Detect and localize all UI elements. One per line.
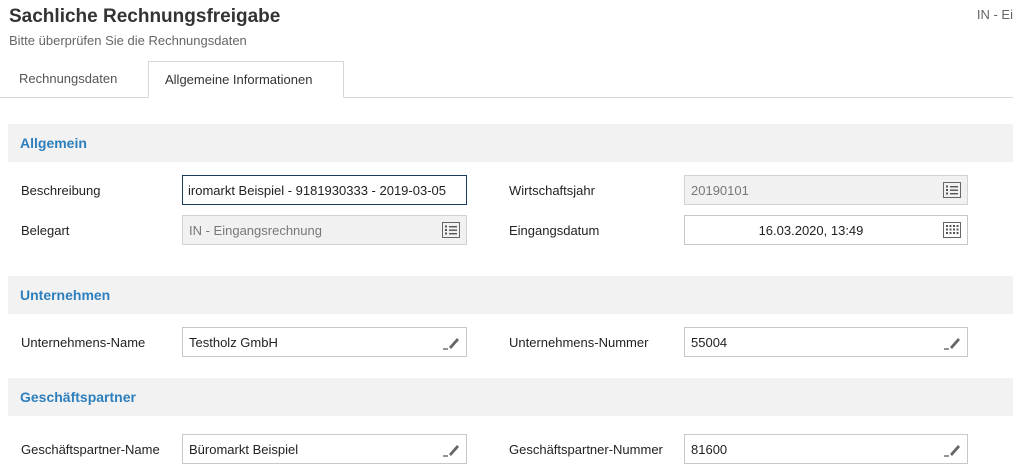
section-header-geschaeftspartner: Geschäftspartner [8,378,1013,416]
pencil-icon[interactable] [441,440,461,458]
wirtschaftsjahr-field[interactable]: 20190101 [684,175,968,205]
unternehmens-nummer-field[interactable]: 55004 [684,327,968,357]
pencil-icon[interactable] [942,333,962,351]
section-header-allgemein: Allgemein [8,124,1013,162]
pencil-icon[interactable] [942,440,962,458]
geschaeftspartner-nummer-label: Geschäftspartner-Nummer [509,442,663,457]
belegart-value: IN - Eingangsrechnung [189,223,322,238]
page-subtitle: Bitte überprüfen Sie die Rechnungsdaten [9,33,247,48]
tab-bar: Rechnungsdaten Allgemeine Informationen [0,61,1013,98]
pencil-icon[interactable] [441,333,461,351]
tab-rechnungsdaten[interactable]: Rechnungsdaten [19,61,117,97]
document-type-indicator: IN - Ei [976,7,1013,22]
geschaeftspartner-name-label: Geschäftspartner-Name [21,442,160,457]
beschreibung-value: iromarkt Beispiel - 9181930333 - 2019-03… [188,183,446,198]
eingangsdatum-value: 16.03.2020, 13:49 [758,223,864,238]
unternehmens-nummer-label: Unternehmens-Nummer [509,335,649,350]
geschaeftspartner-nummer-value: 81600 [691,442,728,457]
eingangsdatum-field[interactable]: 16.03.2020, 13:49 [684,215,968,245]
tab-allgemeine-informationen[interactable]: Allgemeine Informationen [148,61,344,98]
geschaeftspartner-nummer-field[interactable]: 81600 [684,434,968,464]
belegart-field[interactable]: IN - Eingangsrechnung [182,215,467,245]
wirtschaftsjahr-label: Wirtschaftsjahr [509,183,595,198]
belegart-label: Belegart [21,223,70,238]
unternehmens-name-field[interactable]: Testholz GmbH [182,327,467,357]
unternehmens-name-label: Unternehmens-Name [21,335,146,350]
unternehmens-name-value: Testholz GmbH [189,335,278,350]
list-icon[interactable] [441,221,461,239]
calendar-icon[interactable] [942,221,962,239]
beschreibung-field[interactable]: iromarkt Beispiel - 9181930333 - 2019-03… [182,175,467,205]
unternehmens-nummer-value: 55004 [691,335,728,350]
page-title: Sachliche Rechnungsfreigabe [9,6,281,27]
section-title: Allgemein [20,135,87,151]
section-header-unternehmen: Unternehmen [8,276,1013,314]
geschaeftspartner-name-value: Büromarkt Beispiel [189,442,299,457]
wirtschaftsjahr-value: 20190101 [691,183,749,198]
eingangsdatum-label: Eingangsdatum [509,223,600,238]
beschreibung-label: Beschreibung [21,183,101,198]
section-title: Unternehmen [20,287,111,303]
list-icon[interactable] [942,181,962,199]
section-title: Geschäftspartner [20,389,136,405]
geschaeftspartner-name-field[interactable]: Büromarkt Beispiel [182,434,467,464]
